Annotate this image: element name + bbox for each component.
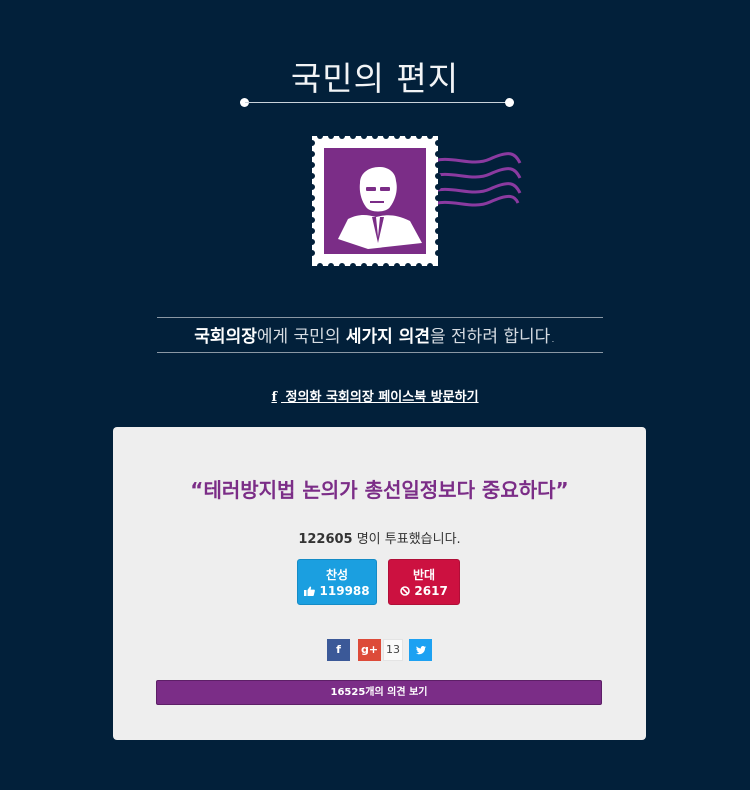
view-opinions-button[interactable]: 16525개의 의견 보기: [156, 680, 602, 705]
tagline: 국회의장에게 국민의 세가지 의견을 전하려 합니다.: [0, 322, 750, 347]
ban-icon: [400, 586, 411, 596]
postmark-lines: [427, 152, 522, 208]
disagree-button[interactable]: 반대 2617: [388, 559, 460, 605]
disagree-count: 2617: [414, 584, 448, 598]
title-divider: [245, 102, 509, 103]
agree-button[interactable]: 찬성 119988: [297, 559, 377, 605]
tagline-speaker: 국회의장: [194, 327, 257, 347]
agree-count: 119988: [319, 584, 370, 598]
vote-total: 122605: [298, 532, 353, 547]
twitter-icon: [415, 645, 426, 654]
tagline-rule-top: [157, 317, 603, 318]
postage-stamp-illustration: [310, 133, 522, 269]
tagline-three-opinions: 세가지 의견: [345, 327, 430, 347]
poll-question: “테러방지법 논의가 총선일정보다 중요하다”: [190, 478, 569, 502]
disagree-label: 반대: [412, 568, 436, 582]
facebook-share-icon: f: [336, 643, 341, 656]
facebook-icon: f: [271, 390, 278, 405]
facebook-page-link[interactable]: f 정의화 국회의장 페이스북 방문하기: [0, 386, 750, 405]
tagline-text-1: 에게 국민의: [256, 327, 346, 347]
share-count: 13: [383, 639, 403, 661]
vote-suffix: 명이 투표했습니다.: [352, 532, 461, 547]
poll-card: “테러방지법 논의가 총선일정보다 중요하다” 122605 명이 투표했습니다…: [113, 427, 646, 740]
title-rule-dot-right: [505, 98, 514, 107]
google-plus-share-button[interactable]: g+: [358, 639, 381, 661]
vote-count-text: 122605 명이 투표했습니다.: [113, 528, 646, 547]
facebook-share-button[interactable]: f: [327, 639, 350, 661]
tagline-rule-bottom: [157, 352, 603, 353]
google-plus-icon: g+: [360, 643, 379, 656]
thumbs-up-icon: [304, 586, 316, 596]
agree-label: 찬성: [325, 568, 349, 582]
twitter-share-button[interactable]: [409, 639, 432, 661]
facebook-link-label: 정의화 국회의장 페이스북 방문하기: [281, 390, 479, 405]
tagline-text-2: 을 전하려 합니다.: [430, 327, 556, 347]
page-title: 국민의 편지: [290, 59, 460, 98]
